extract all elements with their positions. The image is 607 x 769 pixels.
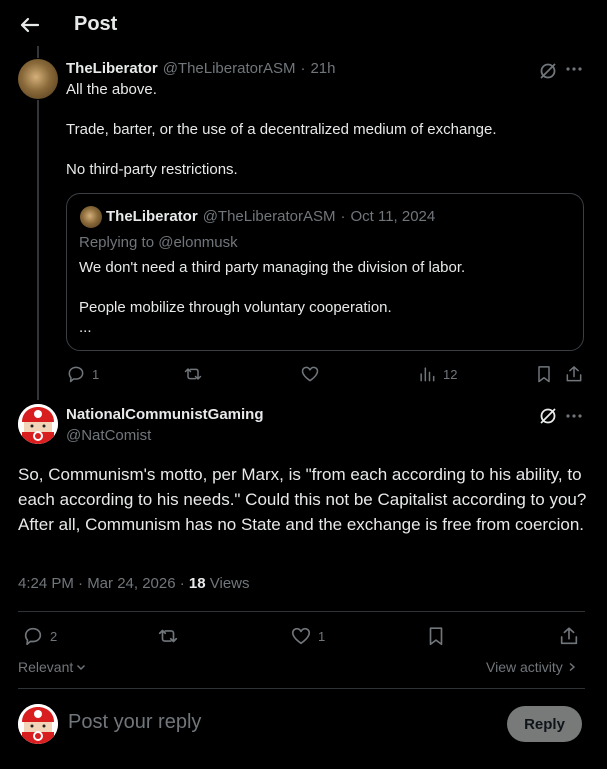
quote-text-line: People mobilize through voluntary cooper…: [79, 299, 392, 316]
repost-icon: [184, 368, 202, 380]
post-text-line: No third-party restrictions.: [66, 161, 238, 178]
divider: [18, 688, 585, 689]
chevron-right-icon: [569, 662, 575, 672]
avatar-image: [18, 704, 58, 744]
reply-count: 2: [50, 628, 58, 644]
reply-icon: [68, 366, 84, 383]
avatar-image: [18, 404, 58, 444]
separator: ·: [340, 208, 346, 225]
reply-button[interactable]: 1: [66, 364, 99, 384]
thread-line: [37, 100, 39, 400]
post-time[interactable]: 21h: [310, 60, 335, 77]
quote-text-line: We don't need a third party managing the…: [79, 259, 466, 276]
grok-icon: [540, 63, 556, 79]
avatar: [80, 206, 102, 228]
back-button[interactable]: [14, 12, 44, 38]
thread-line-top: [37, 46, 39, 58]
chevron-down-icon: [77, 665, 86, 670]
post-text-line: Trade, barter, or the use of a decentral…: [66, 121, 497, 138]
timestamp-text[interactable]: 4:24 PM · Mar 24, 2026 ·: [18, 575, 189, 592]
view-activity-label: View activity: [486, 659, 563, 675]
heart-icon: [301, 366, 319, 382]
more-options-button[interactable]: [563, 58, 585, 80]
share-button[interactable]: [558, 625, 580, 647]
post-timestamp: 4:24 PM · Mar 24, 2026 · 18 Views: [18, 575, 250, 592]
relevant-label: Relevant: [18, 659, 74, 675]
bookmark-button[interactable]: [425, 625, 447, 647]
display-name[interactable]: NationalCommunistGaming: [66, 406, 264, 423]
like-count: 1: [318, 628, 326, 644]
avatar[interactable]: [18, 59, 58, 99]
quote-handle: @TheLiberatorASM: [202, 208, 336, 225]
repost-icon: [158, 629, 178, 643]
handle[interactable]: @NatComist: [66, 427, 151, 444]
like-button[interactable]: [300, 364, 320, 384]
page-title: Post: [74, 13, 118, 35]
views-button[interactable]: 12: [417, 364, 457, 384]
post-text: So, Communism's motto, per Marx, is "fro…: [18, 465, 587, 534]
reply-submit-button[interactable]: Reply: [507, 706, 582, 742]
grok-icon: [540, 408, 556, 424]
share-icon: [566, 366, 582, 382]
share-icon: [560, 627, 578, 645]
quote-text-line: ...: [79, 319, 92, 336]
avatar: [18, 704, 58, 744]
relevant-sort-dropdown[interactable]: Relevant: [18, 659, 87, 675]
quote-date: Oct 11, 2024: [350, 208, 436, 225]
grok-button[interactable]: [537, 405, 559, 427]
views-count: 12: [443, 366, 458, 382]
heart-icon: [291, 627, 311, 645]
separator: ·: [300, 60, 306, 77]
bookmark-button[interactable]: [534, 364, 554, 384]
view-activity-link[interactable]: View activity: [486, 659, 577, 675]
handle[interactable]: @TheLiberatorASM: [163, 60, 296, 77]
reply-button[interactable]: 2: [22, 625, 57, 647]
post-text-line: All the above.: [66, 81, 157, 98]
bookmark-icon: [538, 366, 550, 383]
reply-icon: [24, 627, 42, 646]
views-count: 18: [188, 575, 206, 592]
reply-input[interactable]: Post your reply: [68, 711, 201, 734]
views-label: Views: [205, 575, 250, 592]
parent-post-header: TheLiberator @TheLiberatorASM · 21h: [66, 60, 336, 77]
display-name[interactable]: TheLiberator: [66, 60, 158, 77]
share-button[interactable]: [564, 364, 584, 384]
like-button[interactable]: 1: [290, 625, 325, 647]
arrow-left-icon: [20, 17, 40, 33]
analytics-icon: [420, 367, 435, 382]
more-dots-icon: [566, 67, 582, 71]
avatar[interactable]: [18, 404, 58, 444]
quote-header: TheLiberator @TheLiberatorASM · Oct 11, …: [106, 208, 435, 225]
more-options-button[interactable]: [563, 405, 585, 427]
divider: [18, 611, 585, 612]
quote-display-name: TheLiberator: [106, 208, 198, 225]
grok-button[interactable]: [537, 60, 559, 82]
repost-button[interactable]: [157, 625, 179, 647]
repost-button[interactable]: [183, 364, 203, 384]
more-dots-icon: [566, 414, 582, 418]
bookmark-icon: [429, 627, 443, 646]
reply-count: 1: [92, 366, 100, 382]
replying-to: Replying to @elonmusk: [79, 234, 238, 251]
